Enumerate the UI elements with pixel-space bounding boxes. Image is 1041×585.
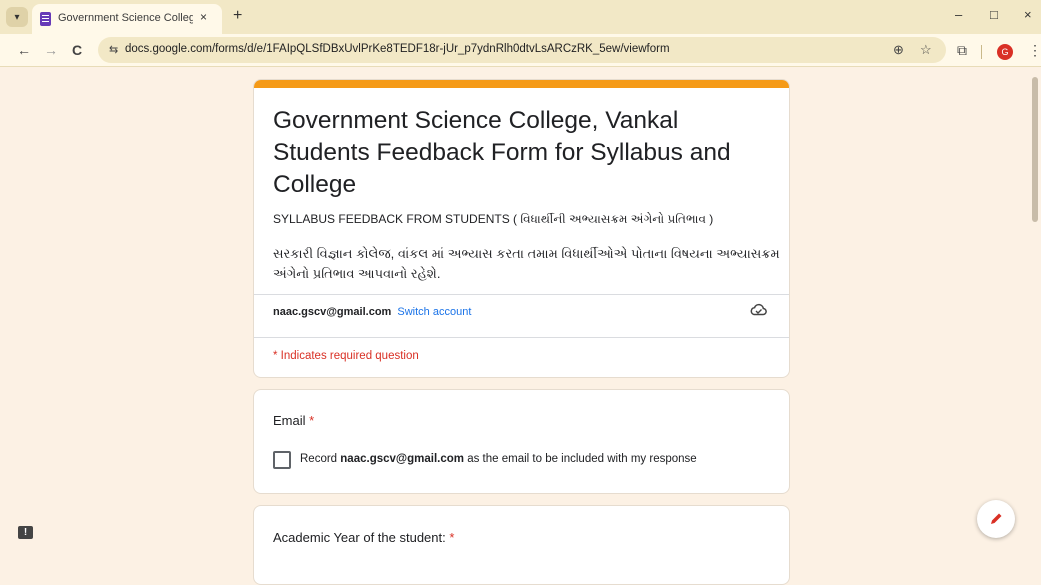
back-button[interactable]: ←: [17, 42, 31, 58]
browser-menu-icon[interactable]: ⋮: [1028, 42, 1041, 59]
edit-icon: [991, 513, 1002, 524]
tab-title: Government Science College, V: [58, 12, 193, 24]
account-row: naac.gscv@gmail.com Switch account: [273, 306, 471, 318]
browser-toolbar: ← → C ⇆ docs.google.com/forms/d/e/1FAIpQ…: [0, 34, 1041, 67]
zoom-icon[interactable]: ⊕: [893, 42, 904, 58]
email-question-card: Email * Record naac.gscv@gmail.com as th…: [253, 389, 790, 494]
browser-tab[interactable]: Government Science College, V ×: [32, 4, 222, 34]
email-question-label: Email: [273, 413, 306, 428]
header-divider: [254, 294, 789, 295]
report-feedback-icon[interactable]: !: [18, 526, 33, 539]
site-info-icon[interactable]: ⇆: [109, 43, 118, 56]
form-page: Government Science College, Vankal Stude…: [0, 67, 1041, 585]
url-text[interactable]: docs.google.com/forms/d/e/1FAIpQLSfDBxUv…: [125, 43, 670, 55]
record-email-prefix: Record: [300, 453, 338, 465]
record-email-address: naac.gscv@gmail.com: [340, 453, 464, 465]
google-forms-favicon-icon: [40, 12, 51, 26]
account-email: naac.gscv@gmail.com: [273, 306, 392, 318]
reload-button[interactable]: C: [72, 42, 82, 58]
record-email-label[interactable]: Record naac.gscv@gmail.com as the email …: [300, 453, 697, 465]
form-description: સરકારી વિજ્ઞાન કોલેજ, વાંકલ માં અભ્યાસ ક…: [273, 246, 780, 281]
browser-tab-bar: ▾ Government Science College, V × + – □ …: [0, 0, 1041, 34]
form-header-card: Government Science College, Vankal Stude…: [253, 79, 790, 378]
address-bar[interactable]: ⇆ docs.google.com/forms/d/e/1FAIpQLSfDBx…: [98, 37, 946, 63]
tab-close-icon[interactable]: ×: [200, 10, 207, 24]
record-email-suffix: as the email to be included with my resp…: [467, 453, 697, 465]
record-email-checkbox[interactable]: [273, 451, 291, 469]
edit-fab-button[interactable]: [977, 500, 1015, 538]
account-divider: [254, 337, 789, 338]
academic-year-question-card: Academic Year of the student: *: [253, 505, 790, 585]
profile-avatar[interactable]: G: [997, 44, 1013, 60]
restore-button[interactable]: □: [990, 7, 998, 22]
new-tab-button[interactable]: +: [233, 7, 242, 25]
extensions-icon[interactable]: ⧉: [957, 42, 967, 59]
forward-button[interactable]: →: [44, 42, 58, 58]
cloud-saved-icon: [750, 303, 767, 322]
form-title: Government Science College, Vankal Stude…: [273, 107, 731, 198]
academic-year-question-title: Academic Year of the student: *: [273, 530, 454, 545]
required-asterisk: *: [309, 413, 315, 428]
academic-year-label: Academic Year of the student:: [273, 530, 446, 545]
tab-search-chevron-icon[interactable]: ▾: [6, 7, 28, 27]
close-window-button[interactable]: ×: [1024, 7, 1032, 22]
required-note: * Indicates required question: [273, 350, 419, 362]
form-accent-bar: [254, 80, 789, 88]
switch-account-link[interactable]: Switch account: [397, 306, 471, 318]
required-asterisk: *: [449, 530, 455, 545]
toolbar-separator: [981, 45, 982, 59]
scrollbar-thumb[interactable]: [1032, 77, 1038, 222]
email-question-title: Email *: [273, 413, 314, 428]
bookmark-star-icon[interactable]: ☆: [920, 42, 932, 58]
minimize-button[interactable]: –: [955, 7, 962, 22]
form-subtitle: SYLLABUS FEEDBACK FROM STUDENTS ( વિધાર્…: [273, 212, 714, 226]
